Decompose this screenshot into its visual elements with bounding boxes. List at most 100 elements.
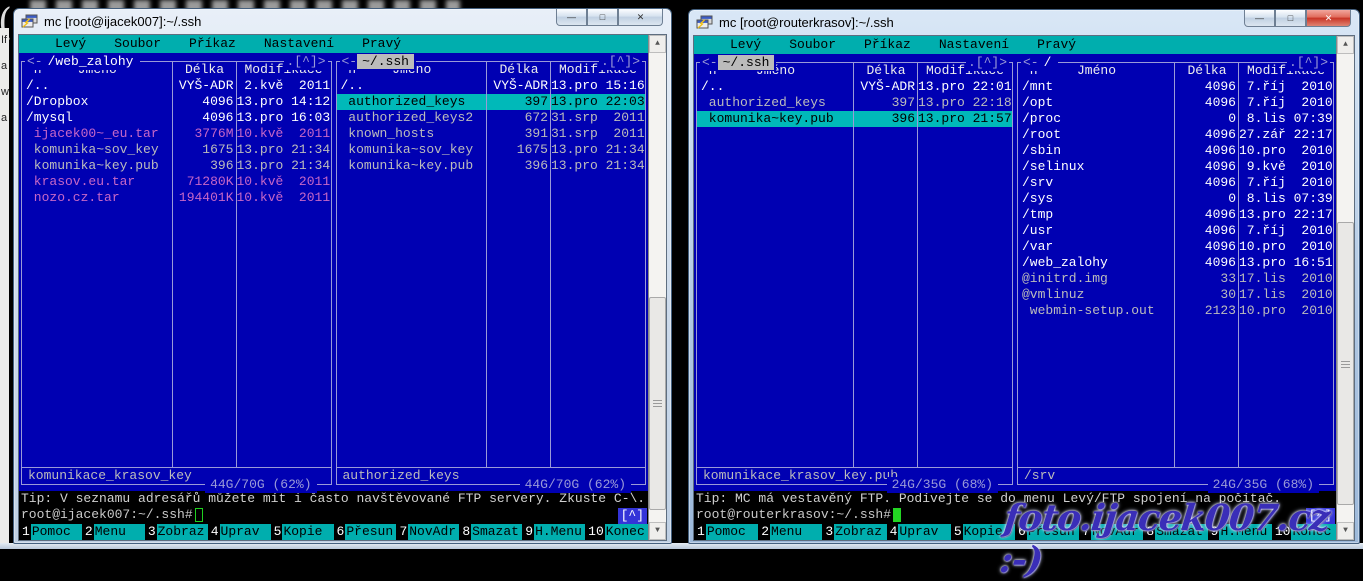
putty-window-routerkrasov[interactable]: mc [root@routerkrasov]:~/.ssh — □ ✕ Levý… xyxy=(688,9,1360,544)
file-row[interactable]: /.. VYŠ-ADR 13.pro 22:01 xyxy=(697,79,1012,95)
function-key[interactable]: 9 H.Menu xyxy=(522,524,585,540)
scroll-up-arrow[interactable]: ▲ xyxy=(649,35,666,53)
minimize-button[interactable]: — xyxy=(1244,10,1275,27)
scroll-up-arrow[interactable]: ▲ xyxy=(1337,36,1354,54)
file-row[interactable]: known_hosts 391 31.srp 2011 xyxy=(337,126,646,142)
panel-path-active[interactable]: ~/.ssh xyxy=(718,55,775,70)
scrollbar[interactable]: ▲ ▼ xyxy=(648,35,666,540)
panel-history-left[interactable]: <- xyxy=(27,54,43,69)
titlebar[interactable]: mc [root@routerkrasov]:~/.ssh — □ ✕ xyxy=(689,10,1359,35)
command-line[interactable]: root@ijacek007:~/.ssh# [^] xyxy=(19,507,648,523)
file-row[interactable]: ijacek00~_eu.tar 3776M 10.kvě 2011 xyxy=(22,126,331,142)
function-key[interactable]: 1 Pomoc xyxy=(694,524,758,540)
panel-history-left[interactable]: <- xyxy=(342,54,358,69)
function-key[interactable]: 3 Zobraz xyxy=(822,524,886,540)
function-key[interactable]: 6 Přesun xyxy=(334,524,397,540)
file-row[interactable]: /.. VYŠ-ADR 2.kvě 2011 xyxy=(22,78,331,94)
menu-item[interactable]: Příkaz xyxy=(852,37,923,53)
col-size[interactable]: Délka xyxy=(487,62,551,78)
close-button[interactable]: ✕ xyxy=(618,9,663,26)
putty-window-ijacek007[interactable]: mc [root@ijacek007]:~/.ssh — □ ✕ LevýSou… xyxy=(13,8,672,544)
menu-item[interactable]: Soubor xyxy=(102,36,173,52)
col-name[interactable]: Jméno xyxy=(1077,63,1116,78)
file-row[interactable]: /.. VYŠ-ADR 13.pro 15:16 xyxy=(337,78,646,94)
file-row[interactable]: komunika~key.pub 396 13.pro 21:57 xyxy=(697,111,1012,127)
panel-history-left[interactable]: <- xyxy=(702,55,718,70)
minimize-button[interactable]: — xyxy=(556,9,587,26)
menu-item[interactable]: Soubor xyxy=(777,37,848,53)
menu-item[interactable]: Nastavení xyxy=(927,37,1021,53)
menu-item[interactable]: Příkaz xyxy=(177,36,248,52)
menu-item[interactable]: Levý xyxy=(718,37,773,53)
function-key[interactable]: 7 NovAdr xyxy=(396,524,459,540)
file-row[interactable]: @vmlinuz 30 17.lis 2010 xyxy=(1018,287,1333,303)
function-key[interactable]: 1 Pomoc xyxy=(19,524,82,540)
col-size[interactable]: Délka xyxy=(1175,63,1239,79)
panel-corner-controls[interactable]: .[^]> xyxy=(1287,55,1330,71)
file-row[interactable]: /selinux 4096 9.kvě 2010 xyxy=(1018,159,1333,175)
panel-corner-controls[interactable]: .[^]> xyxy=(284,54,327,70)
function-key[interactable]: 10 Konec xyxy=(585,524,648,540)
panel-history-left[interactable]: <- xyxy=(1023,55,1039,70)
function-key[interactable]: 4 Uprav xyxy=(887,524,951,540)
free-space: 44G/70G (62%) xyxy=(520,477,631,493)
scroll-track[interactable] xyxy=(649,53,666,522)
file-row[interactable]: /mysql 4096 13.pro 16:03 xyxy=(22,110,331,126)
file-row[interactable]: krasov.eu.tar 71280K 10.kvě 2011 xyxy=(22,174,331,190)
history-badge[interactable]: [^] xyxy=(618,508,647,524)
file-row[interactable]: /web_zalohy 4096 13.pro 16:51 xyxy=(1018,255,1333,271)
file-row[interactable]: komunika~key.pub 396 13.pro 21:34 xyxy=(337,158,646,174)
mc-panels: <-/web_zalohy .[^]> 'nJméno Délka Modifi… xyxy=(19,53,648,491)
file-row[interactable]: /srv 4096 7.říj 2010 xyxy=(1018,175,1333,191)
file-row[interactable]: /Dropbox 4096 13.pro 14:12 xyxy=(22,94,331,110)
file-row[interactable]: authorized_keys 397 13.pro 22:03 xyxy=(337,94,646,110)
function-key[interactable]: 2 Menu xyxy=(758,524,822,540)
panel-path[interactable]: / xyxy=(1039,55,1057,70)
file-row[interactable]: /sys 0 8.lis 07:39 xyxy=(1018,191,1333,207)
file-row[interactable]: komunika~sov_key 1675 13.pro 21:34 xyxy=(337,142,646,158)
function-key[interactable]: 2 Menu xyxy=(82,524,145,540)
function-key[interactable]: 4 Uprav xyxy=(208,524,271,540)
menu-item[interactable]: Levý xyxy=(43,36,98,52)
menu-item[interactable]: Pravý xyxy=(1025,37,1088,53)
panel-path[interactable]: /web_zalohy xyxy=(43,54,139,69)
file-row[interactable]: /proc 0 8.lis 07:39 xyxy=(1018,111,1333,127)
panel-corner-controls[interactable]: .[^]> xyxy=(966,55,1009,71)
menu-item[interactable]: Nastavení xyxy=(252,36,346,52)
file-row[interactable]: /sbin 4096 10.pro 2010 xyxy=(1018,143,1333,159)
shell-prompt: root@ijacek007:~/.ssh# xyxy=(21,507,193,523)
col-size[interactable]: Délka xyxy=(854,63,918,79)
window-title: mc [root@ijacek007]:~/.ssh xyxy=(44,14,201,29)
maximize-button[interactable]: □ xyxy=(1275,10,1306,27)
file-row[interactable]: authorized_keys 397 13.pro 22:18 xyxy=(697,95,1012,111)
scrollbar[interactable]: ▲ ▼ xyxy=(1336,36,1354,540)
scroll-thumb[interactable] xyxy=(649,297,666,510)
file-row[interactable]: /usr 4096 7.říj 2010 xyxy=(1018,223,1333,239)
panel-corner-controls[interactable]: .[^]> xyxy=(599,54,642,70)
function-key[interactable]: 8 Smazat xyxy=(459,524,522,540)
menu-item[interactable]: Pravý xyxy=(350,36,413,52)
file-row[interactable]: /var 4096 10.pro 2010 xyxy=(1018,239,1333,255)
file-row[interactable]: /opt 4096 7.říj 2010 xyxy=(1018,95,1333,111)
function-key[interactable]: 5 Kopie xyxy=(271,524,334,540)
putty-icon xyxy=(21,14,38,29)
file-row[interactable]: komunika~key.pub 396 13.pro 21:34 xyxy=(22,158,331,174)
close-button[interactable]: ✕ xyxy=(1306,10,1351,27)
window-title: mc [root@routerkrasov]:~/.ssh xyxy=(719,15,894,30)
scroll-track[interactable] xyxy=(1337,54,1354,522)
scroll-down-arrow[interactable]: ▼ xyxy=(649,522,666,540)
file-row[interactable]: /root 4096 27.zář 22:17 xyxy=(1018,127,1333,143)
file-row[interactable]: /mnt 4096 7.říj 2010 xyxy=(1018,79,1333,95)
panel-path-active[interactable]: ~/.ssh xyxy=(357,54,414,69)
file-row[interactable]: nozo.cz.tar 194401K 10.kvě 2011 xyxy=(22,190,331,206)
titlebar[interactable]: mc [root@ijacek007]:~/.ssh — □ ✕ xyxy=(14,9,671,34)
maximize-button[interactable]: □ xyxy=(587,9,618,26)
file-row[interactable]: @initrd.img 33 17.lis 2010 xyxy=(1018,271,1333,287)
file-row[interactable]: komunika~sov_key 1675 13.pro 21:34 xyxy=(22,142,331,158)
file-row[interactable]: /tmp 4096 13.pro 22:17 xyxy=(1018,207,1333,223)
scroll-thumb[interactable] xyxy=(1337,222,1354,505)
file-row[interactable]: authorized_keys2 672 31.srp 2011 xyxy=(337,110,646,126)
function-key[interactable]: 3 Zobraz xyxy=(145,524,208,540)
col-size[interactable]: Délka xyxy=(173,62,237,78)
file-row[interactable]: webmin-setup.out 2123 10.pro 2010 xyxy=(1018,303,1333,319)
